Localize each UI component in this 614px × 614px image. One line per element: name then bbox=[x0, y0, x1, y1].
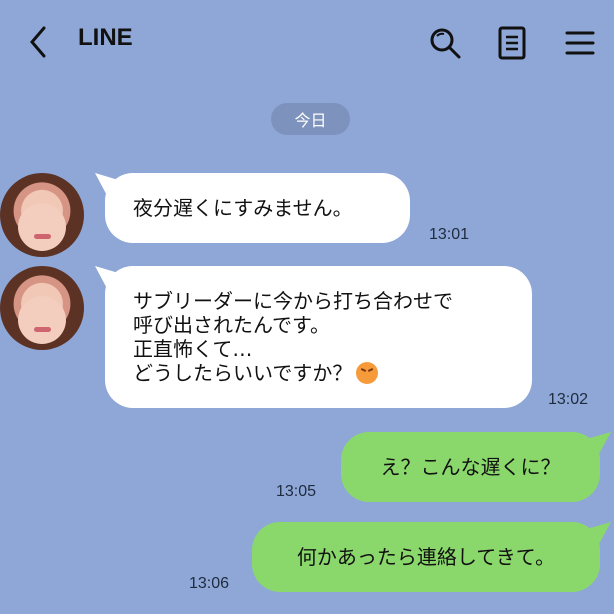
sender-avatar[interactable] bbox=[0, 173, 84, 257]
outgoing-message: え？こんな遅くに？ bbox=[341, 432, 600, 502]
chat-header: LINE bbox=[0, 0, 614, 86]
menu-button[interactable] bbox=[558, 22, 602, 64]
chat-title: LINE bbox=[78, 24, 133, 51]
message-text: え？こんな遅くに？ bbox=[380, 455, 561, 479]
outgoing-message: 何かあったら連絡してきて。 bbox=[252, 522, 600, 592]
search-button[interactable] bbox=[424, 22, 466, 64]
chevron-left-icon bbox=[30, 26, 46, 58]
message-text: サブリーダーに今から打ち合わせで 呼び出されたんです。 正直怖くて… どうしたら… bbox=[133, 289, 453, 385]
search-icon bbox=[430, 28, 461, 59]
menu-icon bbox=[565, 31, 595, 55]
persevering-face-icon bbox=[356, 362, 379, 384]
incoming-message: サブリーダーに今から打ち合わせで 呼び出されたんです。 正直怖くて… どうしたら… bbox=[105, 266, 532, 408]
message-text: 何かあったら連絡してきて。 bbox=[296, 545, 556, 569]
date-separator: 今日 bbox=[271, 103, 350, 135]
sender-avatar[interactable] bbox=[0, 266, 84, 350]
message-text: 夜分遅くにすみません。 bbox=[133, 196, 353, 220]
message-time: 13:06 bbox=[189, 575, 230, 592]
incoming-message: 夜分遅くにすみません。 bbox=[105, 173, 410, 243]
message-time: 13:05 bbox=[276, 483, 317, 500]
note-button[interactable] bbox=[492, 22, 532, 64]
note-icon bbox=[498, 26, 526, 60]
back-button[interactable] bbox=[20, 22, 56, 62]
message-time: 13:01 bbox=[429, 226, 470, 243]
message-time: 13:02 bbox=[548, 391, 589, 408]
